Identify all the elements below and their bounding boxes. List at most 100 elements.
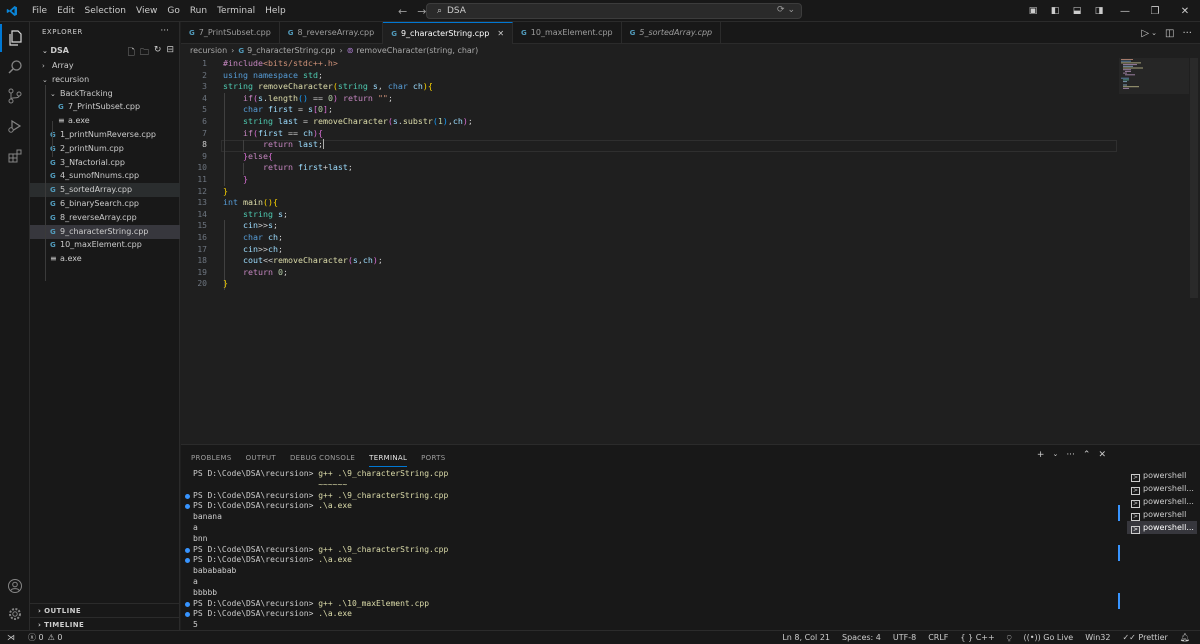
command-decoration-icon[interactable] (185, 601, 190, 607)
search-icon[interactable] (0, 53, 30, 81)
remote-icon[interactable]: ⋊ (0, 631, 22, 644)
language-mode[interactable]: { } C++ (960, 631, 994, 644)
more-actions-icon[interactable]: ··· (1066, 450, 1075, 460)
breadcrumb-folder[interactable]: recursion (190, 46, 227, 55)
errors-indicator[interactable]: ⓧ 0 (28, 631, 44, 644)
close-tab-icon[interactable]: ✕ (497, 29, 504, 38)
tree-file[interactable]: ≡ a.exe (30, 252, 180, 266)
terminal-prompt: PS D:\Code\DSA\recursion> (193, 544, 319, 554)
panel-tab-ports[interactable]: PORTS (421, 445, 445, 467)
prettier-button[interactable]: ✓✓ Prettier (1122, 631, 1167, 644)
copilot-icon[interactable]: ⍜ (1007, 631, 1012, 644)
run-code-icon[interactable]: ▷ (1141, 28, 1149, 39)
command-decoration-icon[interactable] (185, 612, 190, 618)
more-actions-icon[interactable]: ··· (1182, 28, 1192, 39)
menu-selection[interactable]: Selection (80, 0, 131, 22)
editor-tab[interactable]: G 5_sortedArray.cpp (622, 22, 722, 44)
menu-view[interactable]: View (131, 0, 162, 22)
toggle-panel-icon[interactable]: ⬓ (1066, 6, 1088, 16)
tree-folder[interactable]: › Array (30, 59, 180, 73)
back-arrow-icon[interactable]: ← (398, 5, 407, 18)
panel-tab-debug-console[interactable]: DEBUG CONSOLE (290, 445, 355, 467)
close-button[interactable]: ✕ (1170, 6, 1200, 17)
new-terminal-icon[interactable]: + (1037, 450, 1045, 460)
explorer-icon[interactable] (0, 24, 30, 52)
tree-file[interactable]: G 10_maxElement.cpp (30, 238, 180, 252)
menu-edit[interactable]: Edit (52, 0, 79, 22)
maximize-panel-icon[interactable]: ⌃ (1083, 450, 1091, 460)
menu-go[interactable]: Go (162, 0, 184, 22)
outline-section[interactable]: › OUTLINE (30, 603, 180, 617)
menu-terminal[interactable]: Terminal (212, 0, 260, 22)
go-live-button[interactable]: ((•)) Go Live (1024, 631, 1074, 644)
tree-file[interactable]: G 7_PrintSubset.cpp (30, 100, 180, 114)
terminal-instance[interactable]: > powershell (1127, 469, 1197, 482)
terminal-instance[interactable]: > powershell... (1127, 521, 1197, 534)
maximize-button[interactable]: ❐ (1140, 6, 1170, 17)
run-debug-icon[interactable] (0, 112, 30, 140)
line-number: 13 (197, 198, 207, 208)
chevron-down-icon: ⌄ (50, 89, 56, 98)
terminal-prompt: a (193, 523, 198, 532)
tree-file[interactable]: G 6_binarySearch.cpp (30, 197, 180, 211)
menu-run[interactable]: Run (185, 0, 212, 22)
command-decoration-icon[interactable] (185, 558, 190, 564)
warnings-indicator[interactable]: ⚠ 0 (48, 631, 63, 644)
terminal-instance[interactable]: > powershell... (1127, 495, 1197, 508)
panel-tab-output[interactable]: OUTPUT (246, 445, 276, 467)
tree-folder[interactable]: ⌄ recursion (30, 73, 180, 87)
toggle-secondary-sidebar-icon[interactable]: ◨ (1088, 6, 1110, 16)
layout-customize-icon[interactable]: ▣ (1022, 6, 1044, 16)
editor-scrollbar[interactable] (1190, 58, 1198, 298)
workspace-root[interactable]: ⌄ DSA 🗋 🗀 ↻ ⊟ (30, 44, 180, 58)
editor-tab[interactable]: G 8_reverseArray.cpp (280, 22, 384, 44)
command-decoration-icon[interactable] (185, 547, 190, 553)
tree-file[interactable]: G 3_Nfactorial.cpp (30, 156, 180, 170)
breadcrumb-file[interactable]: 9_characterString.cpp (247, 46, 335, 55)
account-icon[interactable] (0, 572, 30, 600)
toggle-sidebar-icon[interactable]: ◧ (1044, 6, 1066, 16)
minimize-button[interactable]: — (1110, 6, 1140, 17)
copilot-chevron-icon[interactable]: ⟳ ⌄ (777, 5, 795, 15)
breadcrumb-symbol[interactable]: removeCharacter(string, char) (356, 46, 478, 55)
line-number: 2 (202, 70, 207, 80)
cursor-position[interactable]: Ln 8, Col 21 (782, 631, 830, 644)
panel-tab-terminal[interactable]: TERMINAL (369, 445, 408, 467)
source-control-icon[interactable] (0, 82, 30, 110)
editor-tab-label: 5_sortedArray.cpp (639, 28, 713, 37)
tree-folder[interactable]: ⌄ BackTracking (30, 87, 180, 101)
extensions-icon[interactable] (0, 142, 30, 170)
notifications-bell-icon[interactable]: 🔔︎ (1180, 631, 1190, 644)
close-panel-icon[interactable]: ✕ (1098, 450, 1106, 460)
terminal-line: a (193, 577, 198, 588)
command-decoration-icon[interactable] (185, 493, 190, 499)
more-actions-icon[interactable]: ··· (160, 26, 169, 36)
settings-gear-icon[interactable] (0, 600, 30, 628)
indentation[interactable]: Spaces: 4 (842, 631, 881, 644)
run-dropdown-icon[interactable]: ⌄ (1151, 29, 1157, 37)
panel-tab-problems[interactable]: PROBLEMS (191, 445, 232, 467)
encoding[interactable]: UTF-8 (893, 631, 916, 644)
code-editor[interactable]: 1 2 3 4 5 6 7 8 9 10 11 12 13 14 15 16 17 18 19 20 #include… (181, 58, 1200, 444)
tree-file[interactable]: G 8_reverseArray.cpp (30, 211, 180, 225)
tree-file[interactable]: G 5_sortedArray.cpp (30, 183, 180, 198)
menu-file[interactable]: File (27, 0, 52, 22)
command-center-search[interactable]: ⌕ DSA ⟳ ⌄ (426, 3, 802, 19)
minimap[interactable] (1119, 58, 1189, 118)
timeline-section[interactable]: › TIMELINE (30, 617, 180, 631)
editor-tab[interactable]: G 10_maxElement.cpp (513, 22, 622, 44)
platform[interactable]: Win32 (1085, 631, 1110, 644)
menu-help[interactable]: Help (260, 0, 291, 22)
terminal-instance[interactable]: > powershell (1127, 508, 1197, 521)
command-decoration-icon[interactable] (185, 504, 190, 510)
tree-file[interactable]: G 4_sumofNnums.cpp (30, 169, 180, 183)
editor-tab[interactable]: G 7_PrintSubset.cpp (181, 22, 280, 44)
split-editor-icon[interactable]: ◫ (1165, 28, 1174, 39)
terminal-output[interactable]: PS D:\Code\DSA\recursion> g++ .\9_charac… (185, 469, 1105, 631)
code-line-19: return 0; (242, 266, 288, 277)
editor-tab[interactable]: G 9_characterString.cpp ✕ (383, 22, 514, 44)
tree-file[interactable]: G 9_characterString.cpp (30, 224, 180, 239)
terminal-instance[interactable]: > powershell... (1127, 482, 1197, 495)
terminal-dropdown-icon[interactable]: ⌄ (1052, 450, 1058, 460)
end-of-line[interactable]: CRLF (928, 631, 948, 644)
